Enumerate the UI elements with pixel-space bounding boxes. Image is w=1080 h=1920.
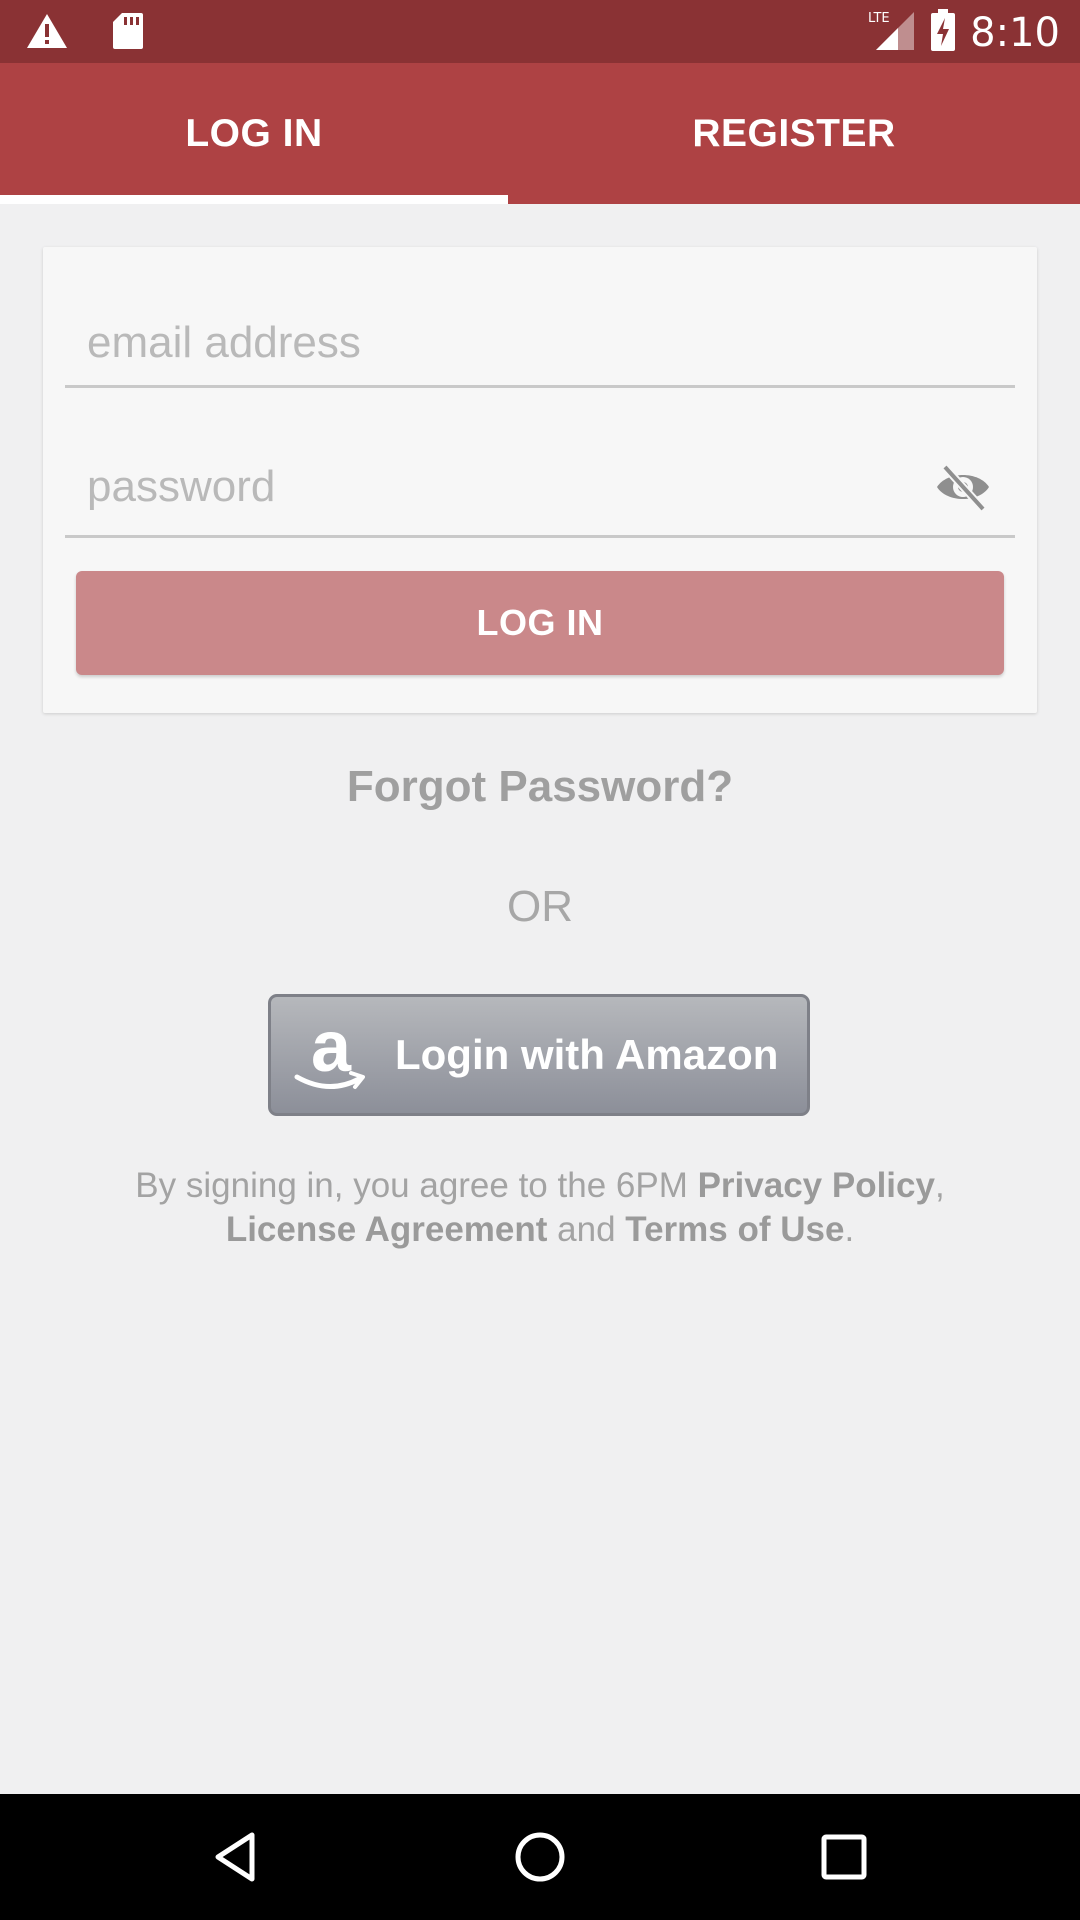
legal-period: . <box>844 1210 855 1249</box>
amazon-button-label: Login with Amazon <box>395 1031 779 1078</box>
forgot-password-link[interactable]: Forgot Password? <box>0 762 1080 812</box>
recents-icon[interactable] <box>814 1827 874 1887</box>
or-divider: OR <box>507 882 573 931</box>
legal-and: and <box>547 1210 626 1249</box>
legal-notice: By signing in, you agree to the 6PM Priv… <box>90 1164 990 1252</box>
status-time: 8:10 <box>970 9 1060 56</box>
legal-comma: , <box>934 1166 945 1205</box>
tab-log-in[interactable]: LOG IN <box>0 63 508 204</box>
tab-register[interactable]: REGISTER <box>508 63 1080 204</box>
sd-card-icon <box>112 12 144 55</box>
status-bar: LTE 8:10 <box>0 0 1080 63</box>
log-in-button[interactable]: LOG IN <box>76 571 1004 675</box>
legal-prefix: By signing in, you agree to the 6PM <box>135 1166 698 1205</box>
terms-of-use-link[interactable]: Terms of Use <box>625 1210 844 1249</box>
battery-charging-icon <box>930 9 956 56</box>
license-agreement-link[interactable]: License Agreement <box>226 1210 548 1249</box>
signal-icon: LTE <box>868 8 916 57</box>
back-icon[interactable] <box>206 1827 266 1887</box>
password-field <box>65 443 1015 538</box>
privacy-policy-link[interactable]: Privacy Policy <box>698 1166 935 1205</box>
tab-bar: LOG IN REGISTER <box>0 63 1080 204</box>
email-input[interactable] <box>65 307 907 379</box>
tab-indicator <box>0 195 508 204</box>
warning-icon <box>26 13 68 54</box>
login-card: LOG IN <box>43 247 1037 713</box>
email-field <box>65 307 1015 388</box>
network-label: LTE <box>868 11 890 26</box>
amazon-logo-letter: a <box>311 1015 352 1087</box>
home-icon[interactable] <box>510 1827 570 1887</box>
password-input[interactable] <box>65 443 907 531</box>
amazon-logo-icon: a <box>293 1007 369 1097</box>
login-with-amazon-button[interactable]: a Login with Amazon <box>268 994 810 1116</box>
eye-off-icon[interactable] <box>933 457 993 517</box>
navigation-bar <box>0 1794 1080 1920</box>
